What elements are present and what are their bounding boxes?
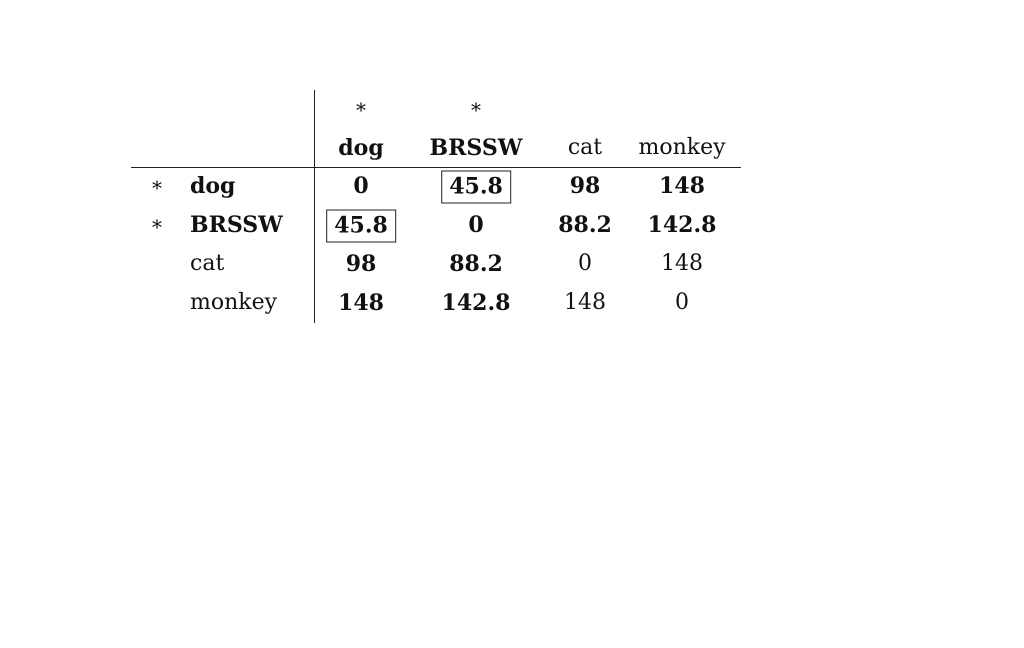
distance-table: * * dog BRSSW cat monkey * dog 0 45.8 98… (0, 0, 1024, 648)
table-cell: 148 (661, 251, 703, 276)
column-marker-dog: * (356, 98, 366, 122)
table-cell: 98 (569, 173, 601, 199)
row-label-monkey: monkey (190, 290, 278, 315)
row-label-cat: cat (190, 251, 225, 276)
column-header-brssw: BRSSW (429, 135, 523, 161)
table-cell: 0 (578, 251, 592, 276)
row-label-brssw: BRSSW (190, 212, 283, 238)
table-vertical-rule (314, 90, 315, 323)
row-marker-brssw: * (152, 215, 162, 239)
column-header-monkey: monkey (638, 135, 726, 160)
table-cell: 88.2 (558, 212, 612, 238)
table-cell: 88.2 (449, 251, 503, 277)
table-cell: 142.8 (441, 290, 511, 316)
row-marker-dog: * (152, 176, 162, 200)
table-cell: 148 (564, 290, 606, 315)
column-marker-brssw: * (471, 98, 481, 122)
table-cell: 148 (338, 290, 384, 316)
column-header-cat: cat (567, 135, 603, 160)
table-cell: 148 (659, 173, 705, 199)
table-cell: 0 (353, 173, 369, 199)
table-cell-boxed: 45.8 (441, 170, 511, 204)
column-header-dog: dog (338, 135, 384, 161)
table-cell: 0 (468, 212, 484, 238)
table-cell: 142.8 (647, 212, 717, 238)
table-cell: 0 (675, 290, 689, 315)
row-label-dog: dog (190, 173, 236, 199)
table-cell: 98 (345, 251, 377, 277)
table-cell-boxed: 45.8 (326, 209, 396, 243)
table-header-rule (131, 167, 741, 168)
